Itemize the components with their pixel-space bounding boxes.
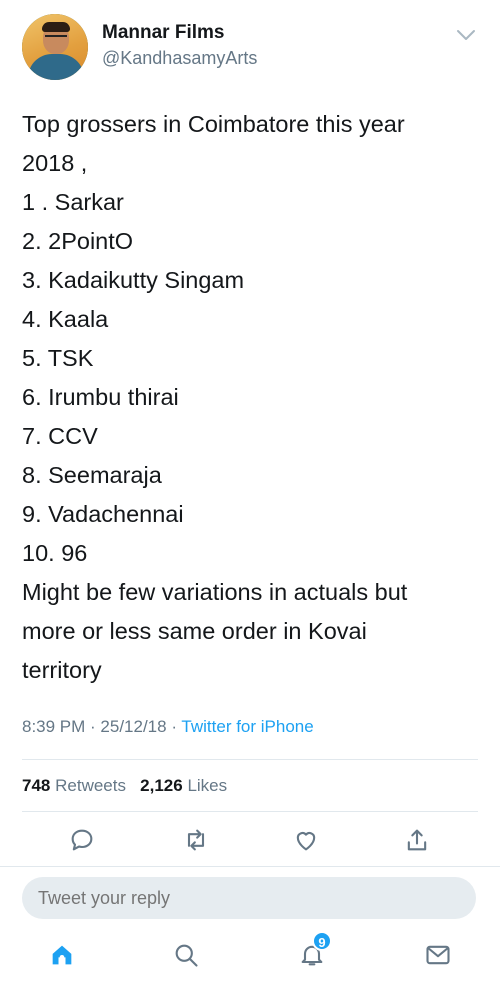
tweet-line: 6. Irumbu thirai [22, 384, 179, 410]
tweet-meta: 8:39 PM · 25/12/18 · Twitter for iPhone [22, 717, 314, 737]
meta-separator: · [85, 717, 101, 736]
likes-label: Likes [187, 776, 228, 795]
notifications-badge: 9 [312, 931, 332, 951]
tweet-line: more or less same order in Kovai [22, 618, 367, 644]
tweet-line: 2. 2PointO [22, 228, 134, 254]
tweet-line: 4. Kaala [22, 306, 109, 332]
tweet-line: Top grossers in Coimbatore this year [22, 111, 405, 137]
tweet-actions [0, 826, 500, 862]
messages-icon[interactable] [424, 941, 454, 971]
like-icon[interactable] [292, 826, 320, 854]
author-display-name[interactable]: Mannar Films [102, 22, 224, 44]
tweet-line: 10. 96 [22, 540, 88, 566]
bottom-bar: 9 [0, 866, 500, 986]
tweet-line: 5. TSK [22, 345, 94, 371]
reply-input[interactable] [22, 877, 476, 919]
tweet-line: 7. CCV [22, 423, 98, 449]
meta-separator: · [166, 717, 182, 736]
tweet-stats: 748 Retweets 2,126 Likes [22, 776, 227, 796]
search-icon[interactable] [172, 941, 202, 971]
retweets-stat[interactable]: 748 Retweets [22, 776, 126, 795]
tweet-line: 1 . Sarkar [22, 189, 124, 215]
divider [22, 759, 478, 760]
avatar[interactable] [22, 14, 88, 80]
divider [22, 811, 478, 812]
likes-count: 2,126 [140, 776, 183, 795]
chevron-down-icon[interactable] [456, 28, 476, 42]
likes-stat[interactable]: 2,126 Likes [140, 776, 227, 795]
reply-icon[interactable] [68, 826, 96, 854]
author-handle[interactable]: @KandhasamyArts [102, 48, 257, 69]
share-icon[interactable] [403, 826, 431, 854]
tweet-time: 8:39 PM [22, 717, 86, 736]
tweet-line: 8. Seemaraja [22, 462, 162, 488]
tweet-header: Mannar Films @KandhasamyArts [0, 0, 500, 96]
tweet-line: territory [22, 657, 102, 683]
tweet-line: 3. Kadaikutty Singam [22, 267, 245, 293]
tweet-line: Might be few variations in actuals but [22, 579, 408, 605]
tweet-date: 25/12/18 [100, 717, 167, 736]
retweet-icon[interactable] [182, 826, 210, 854]
home-icon[interactable] [48, 941, 78, 971]
notifications-icon[interactable]: 9 [298, 931, 332, 971]
tweet-line: 9. Vadachennai [22, 501, 184, 527]
tweet-source-link[interactable]: Twitter for iPhone [181, 717, 313, 736]
tweet-text: Top grossers in Coimbatore this year 201… [22, 105, 482, 690]
retweets-label: Retweets [55, 776, 126, 795]
retweets-count: 748 [22, 776, 51, 795]
tweet-line: 2018 , [22, 150, 88, 176]
